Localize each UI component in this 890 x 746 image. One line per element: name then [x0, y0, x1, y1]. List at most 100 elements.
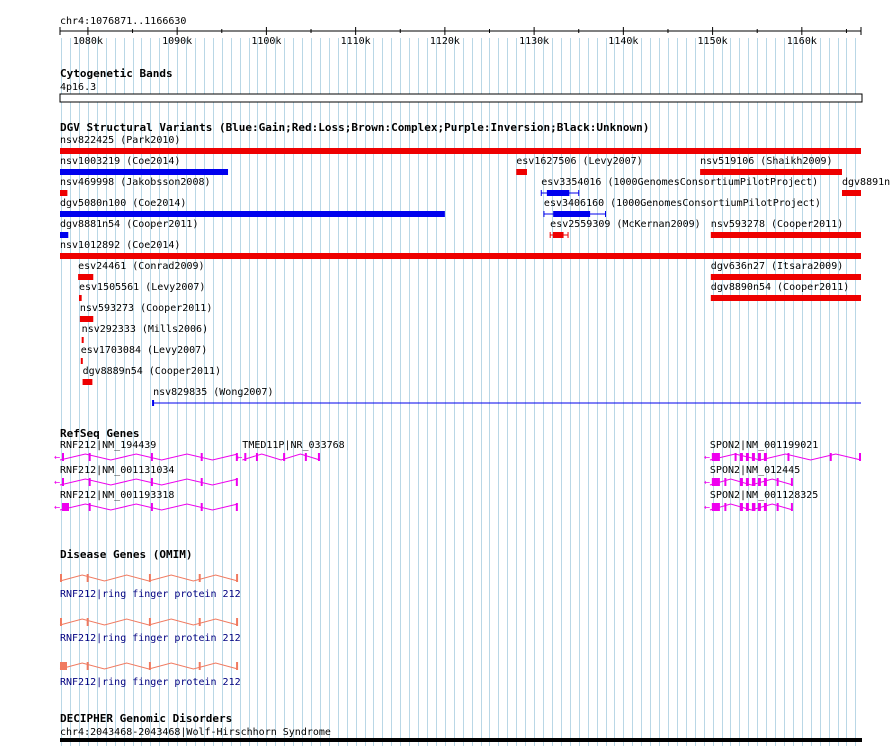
dgv-variant[interactable]: esv3354016 (1000GenomesConsortiumPilotPr…: [540, 177, 818, 196]
refseq-gene-exon[interactable]: [751, 503, 755, 511]
dgv-track[interactable]: DGV Structural Variants (Blue:Gain;Red:L…: [60, 121, 890, 406]
refseq-gene-exon[interactable]: [62, 478, 64, 486]
refseq-gene-exon[interactable]: [283, 453, 286, 461]
dgv-variant-core[interactable]: [546, 190, 570, 196]
refseq-gene-exon[interactable]: [829, 453, 832, 461]
dgv-variant[interactable]: dgv636n27 (Itsara2009): [710, 261, 861, 280]
refseq-track[interactable]: RefSeq Genes RNF212|NM_194439←TMED11P|NR…: [54, 427, 862, 513]
decipher-item-label[interactable]: chr4:2043468-2043468|Wolf-Hirschhorn Syn…: [60, 727, 331, 738]
refseq-gene-exon[interactable]: [255, 453, 258, 461]
dgv-variant-core[interactable]: [552, 232, 564, 238]
refseq-gene-exon[interactable]: [763, 503, 767, 511]
refseq-gene-exon[interactable]: [763, 453, 767, 461]
dgv-variant-bar[interactable]: [78, 274, 94, 280]
dgv-variant-bar[interactable]: [710, 274, 861, 280]
omim-gene-exon[interactable]: [198, 574, 201, 582]
refseq-gene-exon[interactable]: [62, 453, 64, 461]
refseq-gene[interactable]: SPON2|NM_001199021←: [704, 440, 862, 463]
omim-gene-exon[interactable]: [236, 574, 239, 582]
dgv-variant-bar[interactable]: [60, 169, 229, 175]
dgv-variant[interactable]: nsv519106 (Shaikh2009): [700, 156, 842, 175]
refseq-gene-exon[interactable]: [711, 478, 720, 486]
refseq-gene-exon[interactable]: [317, 453, 320, 461]
dgv-variant-bar[interactable]: [82, 379, 93, 385]
refseq-gene-exon[interactable]: [150, 453, 153, 461]
refseq-gene-exon[interactable]: [745, 478, 749, 486]
omim-gene-label[interactable]: RNF212|ring finger protein 212: [60, 589, 241, 600]
refseq-gene-exon[interactable]: [724, 478, 727, 486]
refseq-gene[interactable]: TMED11P|NR_033768←: [236, 440, 344, 463]
refseq-gene-exon[interactable]: [711, 453, 720, 461]
dgv-variant-bar[interactable]: [710, 232, 861, 238]
dgv-variant-bar[interactable]: [710, 295, 861, 301]
dgv-variant[interactable]: nsv292333 (Mills2006): [81, 324, 208, 343]
dgv-variant-bar[interactable]: [60, 253, 861, 259]
dgv-variant[interactable]: dgv5080n100 (Coe2014): [60, 198, 445, 217]
dgv-variant-bar[interactable]: [60, 211, 445, 217]
refseq-gene-exon[interactable]: [200, 503, 203, 511]
omim-gene-label[interactable]: RNF212|ring finger protein 212: [60, 633, 241, 644]
omim-gene-exon[interactable]: [60, 662, 67, 670]
refseq-gene-exon[interactable]: [235, 478, 238, 486]
refseq-gene-exon[interactable]: [787, 453, 790, 461]
omim-gene-exon[interactable]: [198, 662, 201, 670]
refseq-gene-exon[interactable]: [62, 503, 69, 511]
refseq-gene[interactable]: RNF212|NM_194439←: [54, 440, 238, 463]
omim-gene-exon[interactable]: [198, 618, 201, 626]
dgv-variant[interactable]: nsv1012892 (Coe2014): [60, 240, 861, 259]
omim-gene-exon[interactable]: [236, 618, 239, 626]
dgv-features[interactable]: nsv822425 (Park2010) nsv1003219 (Coe2014)…: [60, 135, 890, 406]
omim-gene-exon[interactable]: [86, 574, 89, 582]
decipher-bar[interactable]: [60, 738, 862, 742]
dgv-variant[interactable]: nsv1003219 (Coe2014): [60, 156, 229, 175]
refseq-gene[interactable]: SPON2|NM_012445←: [704, 465, 800, 488]
ruler[interactable]: chr4:1076871..1166630 1080k 1090k 1100k 111…: [59, 16, 862, 47]
dgv-variant[interactable]: dgv8890n54 (Cooper2011): [710, 282, 861, 301]
cytoband-bar[interactable]: [59, 93, 863, 103]
refseq-gene-exon[interactable]: [757, 503, 761, 511]
dgv-variant[interactable]: esv2559309 (McKernan2009): [549, 219, 701, 238]
omim-gene-exon[interactable]: [236, 662, 239, 670]
dgv-variant[interactable]: nsv822425 (Park2010): [60, 135, 861, 154]
refseq-gene[interactable]: RNF212|NM_001193318←: [54, 490, 238, 513]
dgv-variant-core[interactable]: [553, 211, 591, 217]
refseq-gene-exon[interactable]: [757, 478, 761, 486]
dgv-variant-bar[interactable]: [516, 169, 527, 175]
dgv-variant-bar[interactable]: [60, 148, 861, 154]
refseq-gene-exon[interactable]: [235, 503, 238, 511]
dgv-variant[interactable]: dgv8891n54 (Cooper2011): [841, 177, 890, 196]
omim-gene-exon[interactable]: [148, 574, 151, 582]
refseq-gene[interactable]: RNF212|NM_001131034←: [54, 465, 238, 488]
decipher-track[interactable]: DECIPHER Genomic Disorders chr4:2043468-…: [60, 712, 862, 742]
dgv-variant-bar[interactable]: [700, 169, 842, 175]
refseq-gene-exon[interactable]: [790, 503, 793, 511]
refseq-gene-exon[interactable]: [776, 478, 779, 486]
omim-gene-exon[interactable]: [86, 662, 89, 670]
omim-gene-exon[interactable]: [86, 618, 89, 626]
refseq-gene-exon[interactable]: [150, 478, 153, 486]
dgv-variant-bar[interactable]: [60, 232, 69, 238]
refseq-gene-exon[interactable]: [88, 503, 91, 511]
omim-gene-exon[interactable]: [60, 574, 62, 582]
refseq-gene-exon[interactable]: [739, 478, 743, 486]
refseq-gene-exon[interactable]: [200, 478, 203, 486]
refseq-gene-exon[interactable]: [859, 453, 861, 461]
omim-gene-exon[interactable]: [60, 618, 62, 626]
refseq-gene-exon[interactable]: [745, 503, 749, 511]
refseq-gene-exon[interactable]: [88, 478, 91, 486]
dgv-variant-bar[interactable]: [80, 358, 83, 364]
omim-gene-exon[interactable]: [148, 618, 151, 626]
refseq-gene-exon[interactable]: [724, 503, 727, 511]
refseq-gene-exon[interactable]: [734, 453, 737, 461]
dgv-variant[interactable]: nsv469998 (Jakobsson2008): [60, 177, 211, 196]
refseq-gene-exon[interactable]: [745, 453, 749, 461]
dgv-variant[interactable]: esv3406160 (1000GenomesConsortiumPilotPr…: [543, 198, 821, 217]
refseq-gene-exon[interactable]: [244, 453, 247, 461]
omim-gene-label[interactable]: RNF212|ring finger protein 212: [60, 677, 241, 688]
refseq-gene-exon[interactable]: [751, 478, 755, 486]
cytoband-track[interactable]: Cytogenetic Bands 4p16.3: [59, 67, 863, 103]
refseq-gene-exon[interactable]: [751, 453, 755, 461]
dgv-variant-bar[interactable]: [79, 316, 94, 322]
omim-gene-exon[interactable]: [148, 662, 151, 670]
dgv-variant[interactable]: dgv8889n54 (Cooper2011): [82, 366, 221, 385]
